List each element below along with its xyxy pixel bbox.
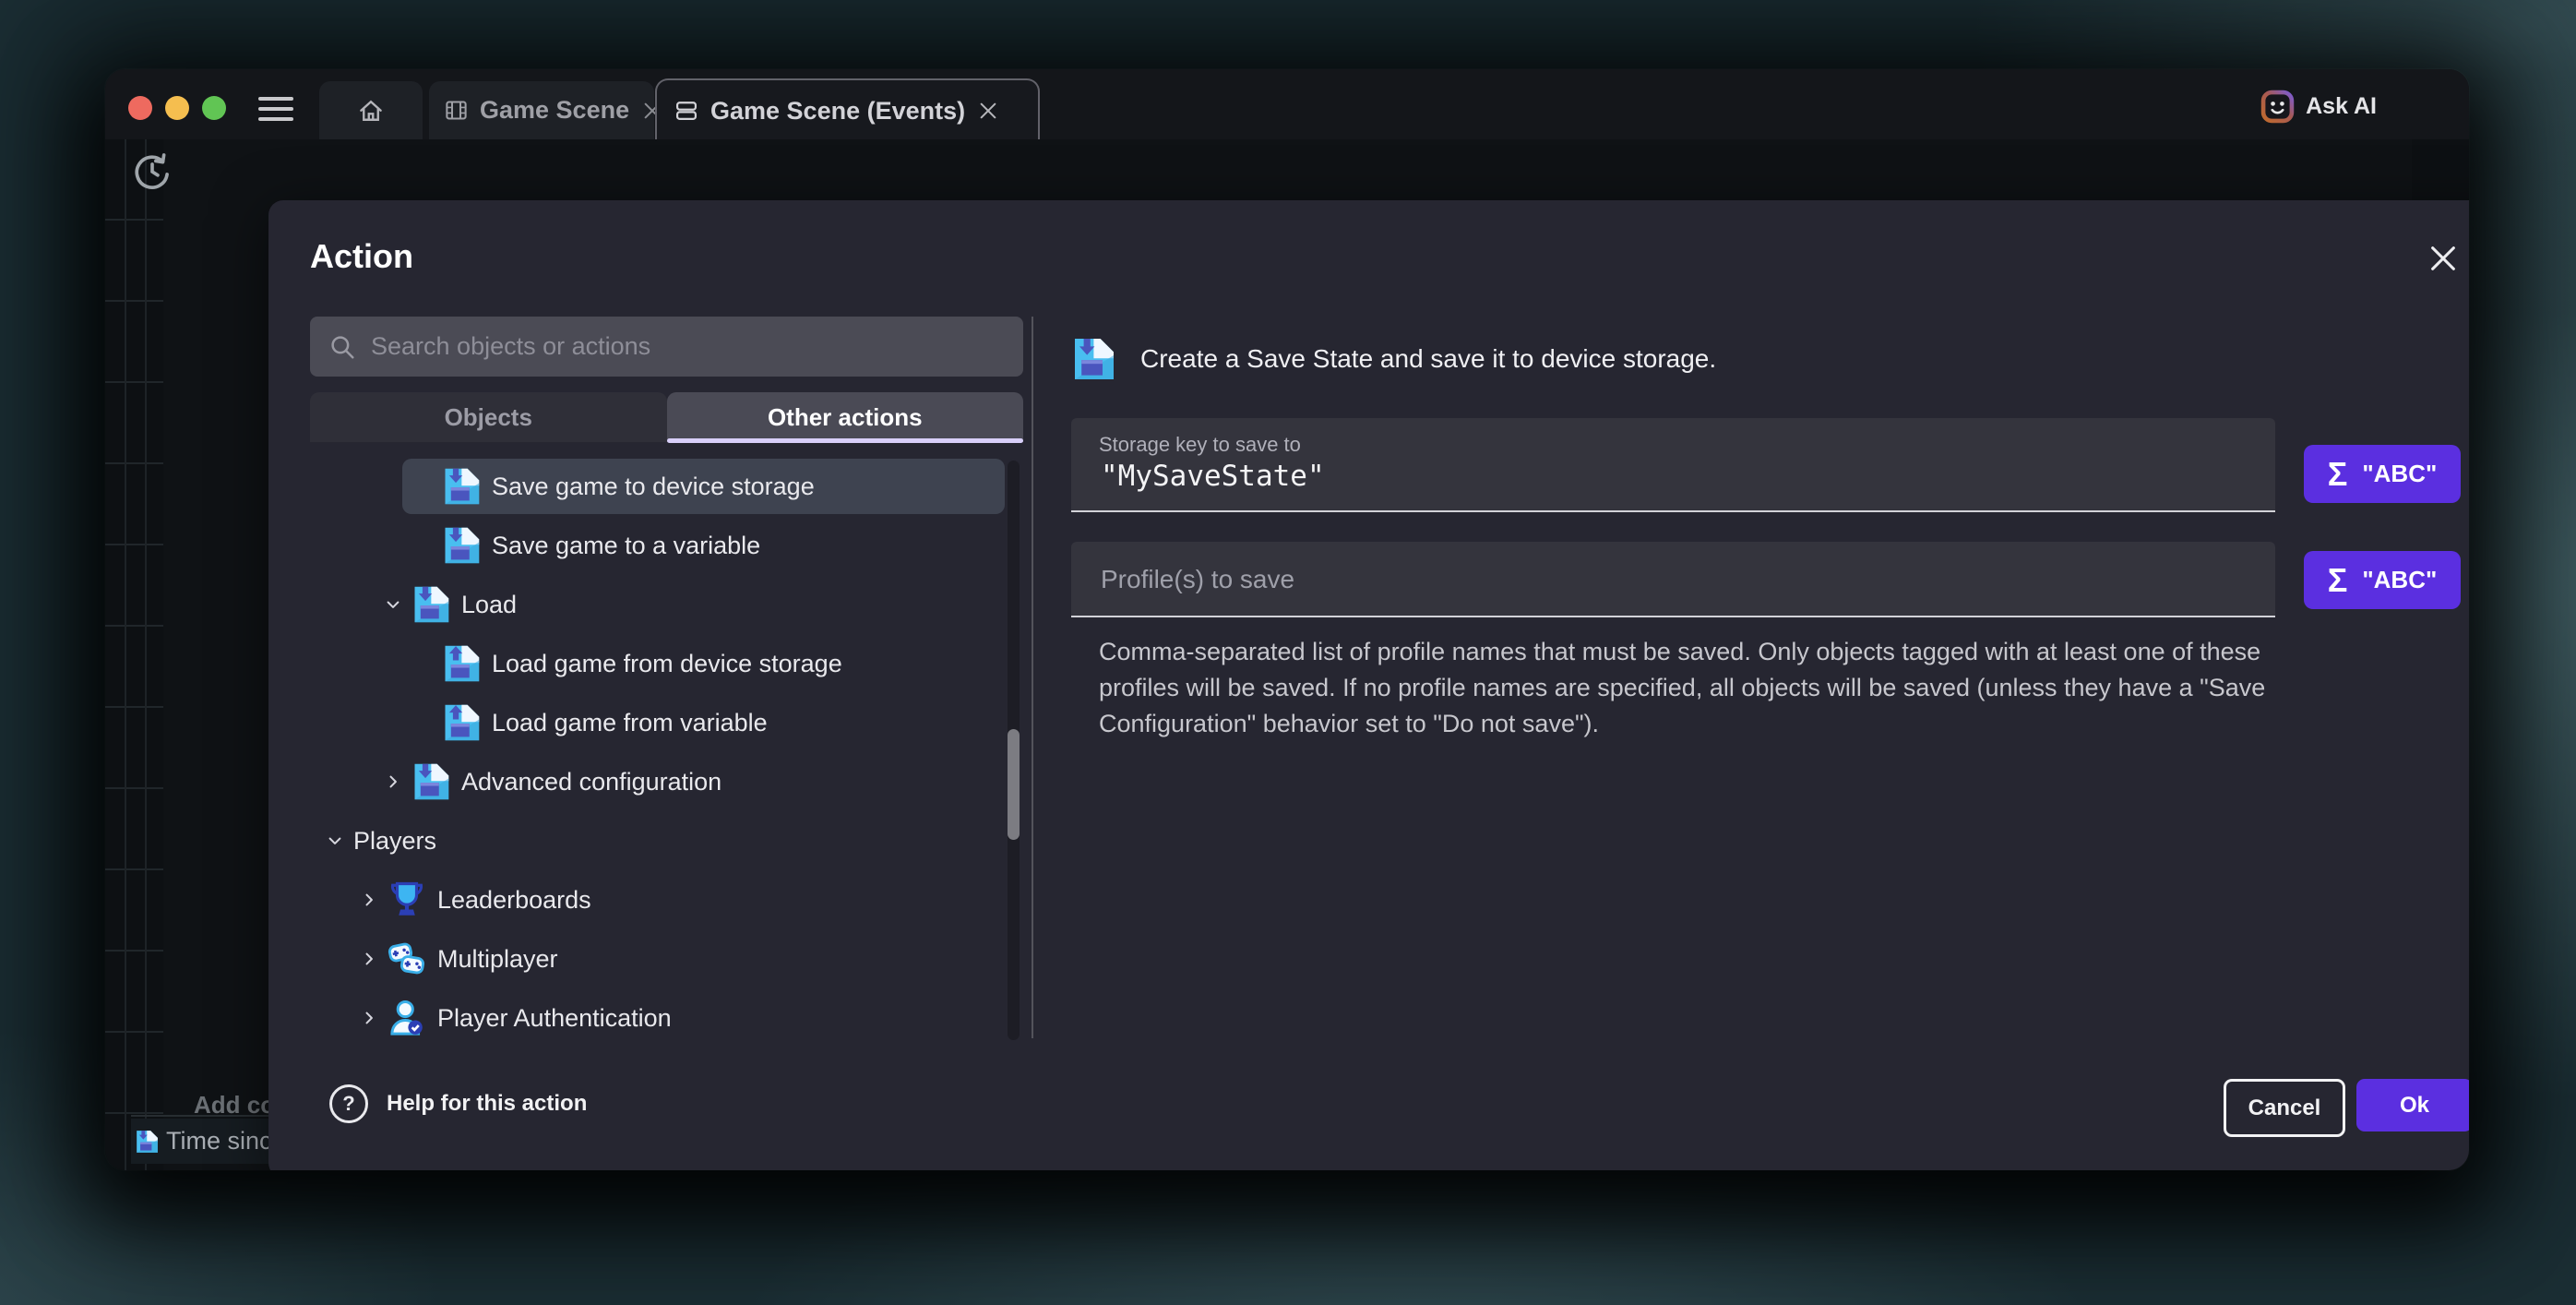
save-icon <box>411 762 450 801</box>
app-window: Game Scene Game Scene (Events) Ask AI <box>105 69 2469 1170</box>
minimize-window-button[interactable] <box>165 96 189 120</box>
ok-button[interactable]: Ok <box>2356 1079 2469 1131</box>
tab-label: Game Scene (Events) <box>710 97 965 126</box>
sigma-icon: Σ <box>2328 561 2348 600</box>
chevron-down-icon <box>384 595 402 614</box>
tree-item-label: Load game from variable <box>492 709 768 737</box>
person-icon <box>388 999 426 1037</box>
tree-item-label: Advanced configuration <box>461 768 722 796</box>
gamepads-icon <box>388 940 426 978</box>
tree-group-leaderboards[interactable]: Leaderboards <box>310 872 1005 928</box>
save-icon <box>442 526 481 565</box>
ask-ai-label: Ask AI <box>2306 93 2377 120</box>
trophy-icon <box>388 880 426 919</box>
profiles-help-text: Comma-separated list of profile names th… <box>1099 634 2289 742</box>
save-icon <box>1071 337 1115 381</box>
tab-objects[interactable]: Objects <box>310 392 667 442</box>
chevron-right-icon <box>360 950 378 968</box>
load-icon <box>442 644 481 683</box>
close-icon[interactable] <box>978 101 998 121</box>
cancel-button[interactable]: Cancel <box>2224 1079 2345 1137</box>
tab-label: Game Scene <box>480 96 629 125</box>
save-icon <box>135 1130 159 1154</box>
chevron-right-icon <box>384 772 402 791</box>
chevron-down-icon <box>326 832 344 850</box>
profiles-input[interactable] <box>1099 542 2247 617</box>
maximize-window-button[interactable] <box>202 96 226 120</box>
load-icon <box>442 703 481 742</box>
sigma-icon: Σ <box>2328 455 2348 494</box>
save-icon <box>411 585 450 624</box>
film-icon <box>444 98 469 123</box>
screen: Game Scene Game Scene (Events) Ask AI <box>0 0 2576 1305</box>
question-mark-icon: ? <box>329 1084 368 1123</box>
home-icon <box>357 97 385 125</box>
expression-editor-button[interactable]: Σ "ABC" <box>2304 445 2461 503</box>
tree-group-multiplayer[interactable]: Multiplayer <box>310 931 1005 987</box>
chevron-right-icon <box>360 891 378 909</box>
action-description: Create a Save State and save it to devic… <box>1140 337 1716 381</box>
storage-key-field[interactable]: Storage key to save to <box>1071 418 2275 512</box>
tree-group-player-authentication[interactable]: Player Authentication <box>310 990 1005 1046</box>
dialog-title: Action <box>310 237 413 276</box>
active-tab-underline <box>667 438 1024 443</box>
chevron-right-icon <box>360 1009 378 1027</box>
tree-item-label: Load <box>461 591 517 619</box>
search-icon <box>328 333 356 361</box>
tab-other-actions[interactable]: Other actions <box>667 392 1024 442</box>
tab-home[interactable] <box>319 81 423 139</box>
tree-item-label: Multiplayer <box>437 945 558 974</box>
ai-smiley-icon <box>2260 90 2295 124</box>
actions-tree: Save game to device storage Save game to… <box>310 459 1005 1049</box>
tree-item-label: Leaderboards <box>437 886 591 915</box>
tree-item-label: Save game to device storage <box>492 473 815 501</box>
events-sheet-icon <box>674 98 699 124</box>
titlebar: Game Scene Game Scene (Events) Ask AI <box>105 69 2469 139</box>
expression-editor-button[interactable]: Σ "ABC" <box>2304 551 2461 609</box>
tree-item-save-game-to-device-storage[interactable]: Save game to device storage <box>402 459 1005 514</box>
tree-item-label: Load game from device storage <box>492 650 842 678</box>
storage-key-input[interactable] <box>1099 459 2247 494</box>
tab-other-actions-label: Other actions <box>768 403 923 432</box>
storage-key-label: Storage key to save to <box>1099 433 1301 457</box>
ask-ai-button[interactable]: Ask AI <box>2260 90 2377 124</box>
tab-game-scene[interactable]: Game Scene <box>429 81 654 139</box>
save-icon <box>442 467 481 506</box>
tree-item-load-game-from-device-storage[interactable]: Load game from device storage <box>310 636 1005 691</box>
action-dialog: Action Objects Other actions Save game t <box>268 200 2469 1170</box>
search-box[interactable] <box>310 317 1023 377</box>
abc-label: "ABC" <box>2362 460 2437 488</box>
events-gutter-left <box>105 139 163 1170</box>
panel-divider <box>1032 317 1033 1038</box>
list-scrollbar[interactable] <box>1008 461 1020 1040</box>
help-link-label: Help for this action <box>387 1091 587 1117</box>
menu-icon[interactable] <box>258 97 293 121</box>
tree-item-label: Save game to a variable <box>492 532 760 560</box>
search-input[interactable] <box>369 331 1023 362</box>
history-icon[interactable] <box>131 150 173 193</box>
tab-game-scene-events[interactable]: Game Scene (Events) <box>655 78 1040 141</box>
list-scrollbar-thumb[interactable] <box>1008 729 1020 840</box>
profiles-field[interactable] <box>1071 542 2275 617</box>
tree-item-label: Player Authentication <box>437 1004 672 1033</box>
tree-item-load-game-from-variable[interactable]: Load game from variable <box>310 695 1005 750</box>
tree-item-label: Players <box>353 827 436 856</box>
help-for-action-link[interactable]: ? Help for this action <box>329 1084 587 1123</box>
tree-item-save-game-to-variable[interactable]: Save game to a variable <box>310 518 1005 573</box>
tab-objects-label: Objects <box>445 403 532 432</box>
tree-group-advanced-configuration[interactable]: Advanced configuration <box>310 754 1005 809</box>
list-tabs: Objects Other actions <box>310 392 1023 442</box>
tree-group-players[interactable]: Players <box>310 813 1005 868</box>
close-dialog-icon[interactable] <box>2427 243 2459 274</box>
close-window-button[interactable] <box>128 96 152 120</box>
tree-group-load[interactable]: Load <box>310 577 1005 632</box>
abc-label: "ABC" <box>2362 566 2437 594</box>
